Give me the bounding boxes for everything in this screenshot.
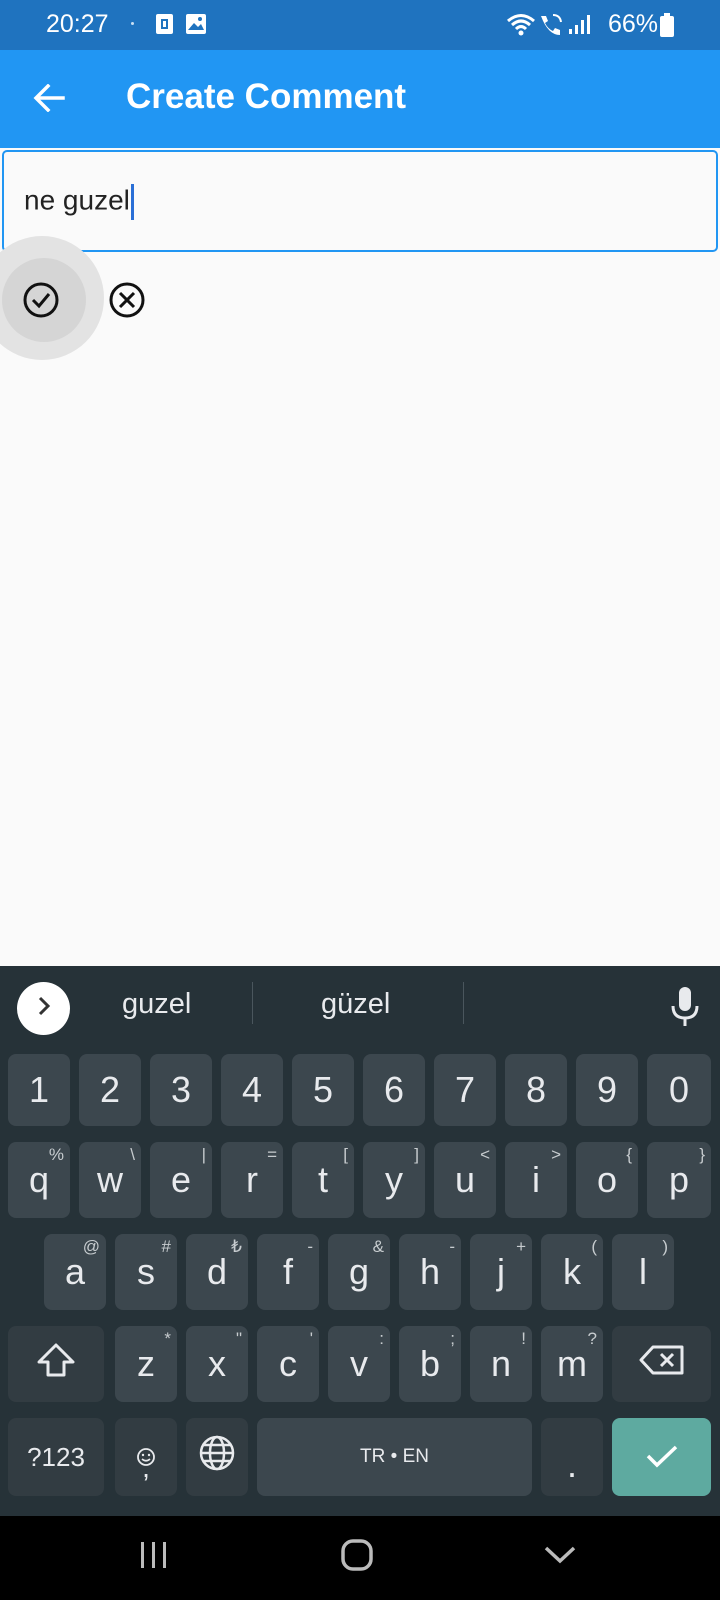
symbols-key[interactable]: ?123: [8, 1418, 104, 1496]
period-key[interactable]: .: [541, 1418, 603, 1496]
text-caret: [130, 184, 134, 220]
close-circle-icon: [106, 282, 148, 325]
expand-toolbar-button[interactable]: [17, 982, 70, 1035]
navigation-bar: [0, 1516, 720, 1600]
key-i[interactable]: i >: [505, 1142, 567, 1218]
backspace-icon: [639, 1343, 685, 1385]
space-key[interactable]: TR • EN: [257, 1418, 532, 1496]
key-a[interactable]: a @: [44, 1234, 106, 1310]
key-g[interactable]: g &: [328, 1234, 390, 1310]
key-l[interactable]: l): [612, 1234, 674, 1310]
key-k[interactable]: k(: [541, 1234, 603, 1310]
keyboard: guzel güzel 1 2 3 4 5 6 7 8 9 0 q% w \ e |…: [0, 966, 720, 1516]
key-n[interactable]: n!: [470, 1326, 532, 1402]
enter-key[interactable]: [612, 1418, 711, 1496]
back-button[interactable]: [22, 73, 76, 127]
home-button[interactable]: [327, 1532, 387, 1582]
key-t[interactable]: t[: [292, 1142, 354, 1218]
suggestion-2[interactable]: güzel: [321, 988, 390, 1021]
key-9[interactable]: 9: [576, 1054, 638, 1126]
chevron-right-icon: [36, 995, 52, 1022]
battery-percent: 66%: [608, 10, 659, 38]
key-2[interactable]: 2: [79, 1054, 141, 1126]
key-c[interactable]: c ': [257, 1326, 319, 1402]
app-bar: Create Comment: [0, 50, 720, 148]
key-s[interactable]: s #: [115, 1234, 177, 1310]
status-time: 20:27: [46, 10, 109, 38]
key-7[interactable]: 7: [434, 1054, 496, 1126]
status-bar: 20:27 66%: [0, 0, 720, 50]
back-nav-button[interactable]: [530, 1532, 590, 1582]
microphone-icon[interactable]: [668, 984, 702, 1030]
key-5[interactable]: 5: [292, 1054, 354, 1126]
language-key[interactable]: [186, 1418, 248, 1496]
key-u[interactable]: u <: [434, 1142, 496, 1218]
key-y[interactable]: y]: [363, 1142, 425, 1218]
check-circle-icon: [20, 282, 62, 325]
key-w[interactable]: w \: [79, 1142, 141, 1218]
key-q[interactable]: q%: [8, 1142, 70, 1218]
confirm-button[interactable]: [20, 279, 62, 321]
shift-key[interactable]: [8, 1326, 104, 1402]
key-0[interactable]: 0: [647, 1054, 711, 1126]
key-f[interactable]: f-: [257, 1234, 319, 1310]
wifi-call-icon: [538, 13, 564, 42]
suggestion-bar: guzel güzel: [0, 966, 720, 1046]
suggestion-divider: [463, 982, 464, 1024]
key-h[interactable]: h-: [399, 1234, 461, 1310]
signal-icon: [568, 13, 590, 40]
comment-input-value: ne guzel: [24, 184, 130, 216]
key-b[interactable]: b;: [399, 1326, 461, 1402]
home-icon: [340, 1538, 374, 1577]
recent-apps-icon: [138, 1540, 170, 1575]
key-6[interactable]: 6: [363, 1054, 425, 1126]
shift-icon: [36, 1342, 76, 1387]
sim-card-icon: [155, 13, 175, 40]
key-x[interactable]: x ": [186, 1326, 248, 1402]
key-3[interactable]: 3: [150, 1054, 212, 1126]
key-p[interactable]: p}: [647, 1142, 711, 1218]
key-d[interactable]: d ₺: [186, 1234, 248, 1310]
battery-icon: [660, 13, 674, 42]
back-chevron-icon: [543, 1544, 577, 1571]
key-m[interactable]: m?: [541, 1326, 603, 1402]
recent-apps-button[interactable]: [124, 1532, 184, 1582]
key-v[interactable]: v:: [328, 1326, 390, 1402]
arrow-left-icon: [33, 83, 65, 117]
page-title: Create Comment: [126, 77, 407, 116]
checkmark-icon: [645, 1436, 679, 1478]
comma-label: ,: [142, 1452, 150, 1483]
suggestion-1[interactable]: guzel: [122, 988, 191, 1021]
gallery-icon: [185, 13, 207, 40]
key-r[interactable]: r =: [221, 1142, 283, 1218]
key-z[interactable]: z *: [115, 1326, 177, 1402]
comment-input[interactable]: ne guzel: [2, 150, 718, 252]
suggestion-divider: [252, 982, 253, 1024]
key-8[interactable]: 8: [505, 1054, 567, 1126]
cancel-button[interactable]: [106, 279, 148, 321]
emoji-comma-key[interactable]: ,: [115, 1418, 177, 1496]
wifi-icon: [506, 13, 536, 42]
backspace-key[interactable]: [612, 1326, 711, 1402]
globe-icon: [198, 1434, 236, 1481]
status-separator-dot: [131, 22, 134, 25]
key-4[interactable]: 4: [221, 1054, 283, 1126]
key-o[interactable]: o{: [576, 1142, 638, 1218]
key-1[interactable]: 1: [8, 1054, 70, 1126]
key-j[interactable]: j +: [470, 1234, 532, 1310]
key-e[interactable]: e |: [150, 1142, 212, 1218]
